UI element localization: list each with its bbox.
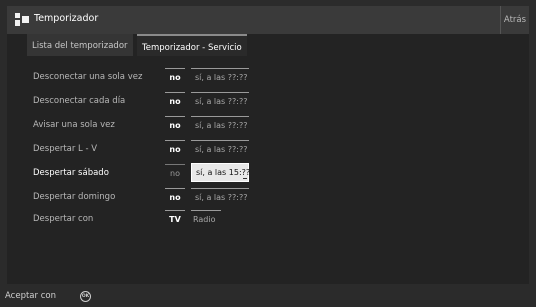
- ok-button-icon: OK: [80, 291, 91, 302]
- tab-temporizador-servicio[interactable]: Temporizador - Servicio: [137, 34, 247, 56]
- header-bar: Temporizador Atrás: [7, 6, 529, 34]
- option-si-selected[interactable]: sí, a las 15:??: [191, 163, 251, 182]
- option-no[interactable]: no: [165, 188, 185, 205]
- option-no[interactable]: no: [165, 140, 185, 157]
- row-label: Despertar L - V: [33, 144, 98, 154]
- option-si-text: sí, a las 15:??: [196, 168, 251, 177]
- row-label: Despertar con: [33, 214, 94, 224]
- option-si[interactable]: sí, a las ??:??: [191, 188, 249, 205]
- tab-bar: Lista del temporizador Temporizador - Se…: [7, 34, 529, 56]
- option-no[interactable]: no: [165, 68, 185, 85]
- row-desconectar-una-vez: Desconectar una sola vez no sí, a las ??…: [7, 68, 529, 88]
- back-button[interactable]: Atrás: [500, 6, 529, 34]
- row-despertar-domingo: Despertar domingo no sí, a las ??:??: [7, 188, 529, 208]
- option-radio[interactable]: Radio: [191, 210, 221, 227]
- footer-bar: Aceptar con OK: [5, 287, 529, 307]
- option-no[interactable]: no: [165, 92, 185, 109]
- option-si[interactable]: sí, a las ??:??: [191, 116, 249, 133]
- option-si[interactable]: sí, a las ??:??: [191, 92, 249, 109]
- page-title: Temporizador: [34, 13, 99, 24]
- row-despertar-sabado: Despertar sábado no sí, a las 15:??: [7, 163, 529, 184]
- row-label: Despertar domingo: [33, 192, 116, 202]
- accept-hint: Aceptar con: [5, 291, 56, 301]
- option-no[interactable]: no: [165, 116, 185, 133]
- row-label: Desconectar cada día: [33, 96, 126, 106]
- row-label: Avisar una sola vez: [33, 120, 115, 130]
- option-si[interactable]: sí, a las ??:??: [191, 68, 249, 85]
- option-tv[interactable]: TV: [165, 210, 185, 227]
- row-label: Despertar sábado: [33, 168, 109, 178]
- option-si[interactable]: sí, a las ??:??: [191, 140, 249, 157]
- text-cursor: [243, 178, 247, 179]
- option-no[interactable]: no: [165, 164, 185, 181]
- tab-lista-temporizador[interactable]: Lista del temporizador: [27, 34, 133, 56]
- row-despertar-l-v: Despertar L - V no sí, a las ??:??: [7, 140, 529, 160]
- row-label: Desconectar una sola vez: [33, 72, 143, 82]
- row-despertar-con: Despertar con TV Radio: [7, 210, 529, 230]
- tv-screen: Temporizador Atrás Lista del temporizado…: [0, 0, 536, 307]
- row-desconectar-cada-dia: Desconectar cada día no sí, a las ??:??: [7, 92, 529, 112]
- tv-logo-icon: [15, 13, 29, 27]
- row-avisar-una-vez: Avisar una sola vez no sí, a las ??:??: [7, 116, 529, 136]
